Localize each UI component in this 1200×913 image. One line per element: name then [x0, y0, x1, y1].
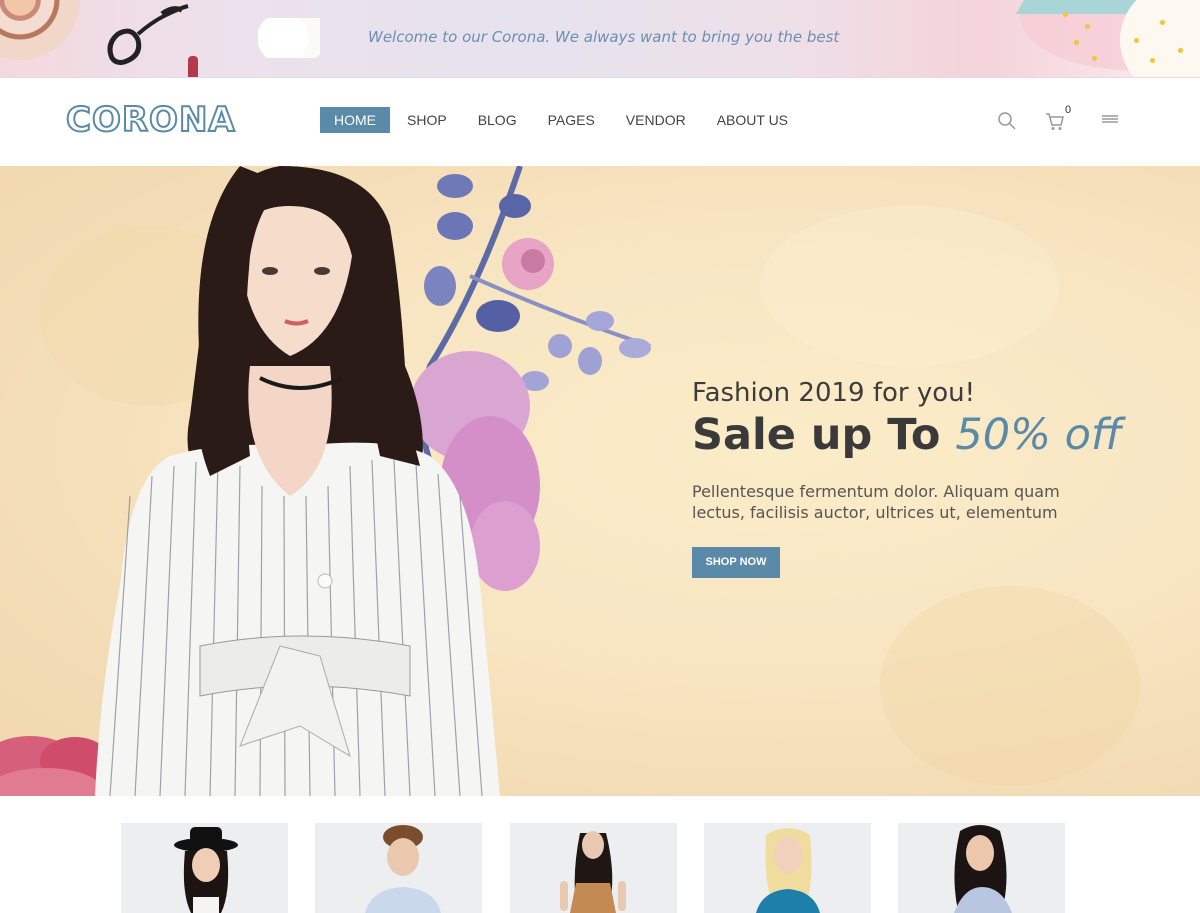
cart-icon[interactable] — [1044, 110, 1066, 132]
dot-decoration — [1085, 24, 1090, 29]
hero-description: Pellentesque fermentum dolor. Aliquam qu… — [692, 482, 1060, 522]
category-row — [0, 796, 1200, 913]
dot-decoration — [1063, 12, 1068, 17]
site-header: CORONA HOME SHOP BLOG PAGES VENDOR ABOUT… — [0, 78, 1200, 166]
hero-banner: Fashion 2019 for you! Sale up To 50% off… — [0, 166, 1200, 796]
hero-title-main: Sale up To — [692, 410, 956, 460]
nav-pages[interactable]: PAGES — [534, 107, 609, 133]
main-nav: HOME SHOP BLOG PAGES VENDOR ABOUT US — [320, 107, 805, 133]
nav-shop[interactable]: SHOP — [393, 107, 461, 133]
flower-decoration — [258, 18, 320, 58]
texture-decoration — [760, 206, 1060, 366]
nav-home[interactable]: HOME — [320, 107, 390, 133]
site-logo[interactable]: CORONA — [65, 99, 236, 141]
nav-blog[interactable]: BLOG — [464, 107, 531, 133]
glasses-decoration — [107, 4, 189, 65]
dot-decoration — [1092, 56, 1097, 61]
nav-vendor[interactable]: VENDOR — [612, 107, 700, 133]
nav-about-us[interactable]: ABOUT US — [703, 107, 802, 133]
dot-decoration — [1150, 58, 1155, 63]
dreamcatcher-decoration — [0, 0, 80, 60]
cream-decoration — [1120, 0, 1200, 77]
promo-message: Welcome to our Corona. We always want to… — [368, 28, 840, 46]
dot-decoration — [1178, 48, 1183, 53]
shop-now-button[interactable]: SHOP NOW — [692, 547, 780, 578]
hero-title: Sale up To 50% off — [692, 410, 1122, 460]
teal-stroke-decoration — [1015, 0, 1145, 14]
lipstick-decoration — [188, 56, 198, 77]
cart-count-badge: 0 — [1065, 104, 1072, 116]
hero-subtitle: Fashion 2019 for you! — [692, 378, 976, 408]
dot-decoration — [1074, 40, 1079, 45]
search-icon[interactable] — [996, 110, 1018, 132]
texture-decoration — [880, 586, 1140, 786]
menu-icon[interactable] — [1099, 110, 1121, 132]
hero-title-accent: 50% off — [955, 410, 1122, 460]
model-photo — [95, 166, 500, 796]
promo-bar: Welcome to our Corona. We always want to… — [0, 0, 1200, 78]
dot-decoration — [1160, 20, 1165, 25]
dot-decoration — [1134, 38, 1139, 43]
